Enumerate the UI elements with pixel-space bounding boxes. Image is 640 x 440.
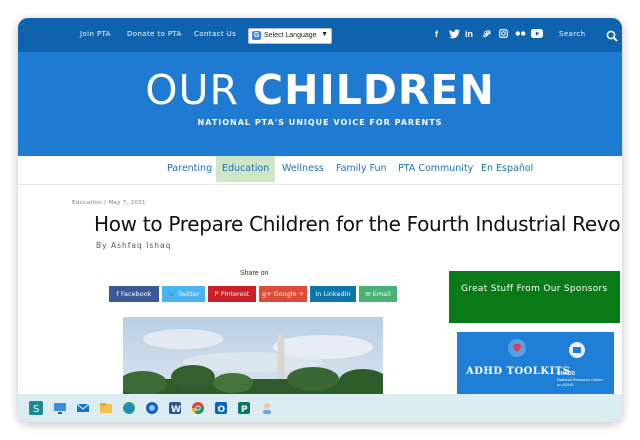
remote-desktop-icon[interactable] <box>53 401 67 415</box>
twitter-icon[interactable] <box>449 29 460 42</box>
person-app-icon[interactable] <box>260 401 274 415</box>
site-header: OUR CHILDREN NATIONAL PTA'S UNIQUE VOICE… <box>18 52 622 156</box>
svg-text:P: P <box>241 405 248 415</box>
main-nav: Parenting Education Wellness Family Fun … <box>18 156 622 185</box>
nav-item-en-espanol[interactable]: En Español <box>475 156 539 182</box>
sponsors-heading: Great Stuff From Our Sponsors <box>461 284 608 294</box>
youtube-icon[interactable] <box>531 29 543 41</box>
site-logo-children: CHILDREN <box>253 66 495 114</box>
mail-icon[interactable] <box>76 401 90 415</box>
edge-dev-icon[interactable] <box>145 401 159 415</box>
svg-text:O: O <box>218 405 226 415</box>
svg-text:W: W <box>171 405 181 415</box>
ad-org: CHADD National Resource Center on ADHD <box>557 372 607 388</box>
search-icon[interactable] <box>606 29 618 42</box>
chevron-down-icon: ▼ <box>321 31 328 38</box>
word-icon[interactable]: W <box>168 401 182 415</box>
join-pta-link[interactable]: Join PTA <box>80 30 111 38</box>
contact-us-link[interactable]: Contact Us <box>194 30 236 38</box>
nav-item-parenting[interactable]: Parenting <box>161 156 218 182</box>
linkedin-icon[interactable]: in <box>465 29 473 40</box>
ad-title: ADHD TOOLKITS <box>466 366 571 377</box>
browser-frame: Join PTA Donate to PTA Contact Us G Sele… <box>18 18 622 422</box>
taskbar: S W O P <box>18 394 622 422</box>
sponsors-heading-box: Great Stuff From Our Sponsors <box>449 271 620 323</box>
publisher-icon[interactable]: P <box>237 401 251 415</box>
sway-icon[interactable]: S <box>29 401 43 415</box>
share-label: Share on <box>240 270 269 277</box>
breadcrumb: Education / May 7, 2021 <box>72 200 146 206</box>
google-icon: G <box>252 31 261 40</box>
facebook-icon[interactable]: f <box>435 29 438 40</box>
language-select[interactable]: G Select Language ▼ <box>248 28 332 44</box>
search-label[interactable]: Search <box>559 30 585 38</box>
share-pinterest-button[interactable]: P Pinterest <box>208 286 256 302</box>
ad-org-sub: National Resource Center on ADHD <box>557 377 604 387</box>
outlook-icon[interactable]: O <box>214 401 228 415</box>
share-google-plus-button[interactable]: g+ Google + <box>259 286 307 302</box>
site-tagline: NATIONAL PTA'S UNIQUE VOICE FOR PARENTS <box>197 118 443 127</box>
svg-text:S: S <box>33 404 39 415</box>
article-photo <box>123 317 383 401</box>
share-facebook-button[interactable]: f Facebook <box>109 286 159 302</box>
share-twitter-button[interactable]: 🐦 Twitter <box>162 286 205 302</box>
article-byline: By Ashfaq Ishaq <box>96 241 172 250</box>
chrome-icon[interactable] <box>191 401 205 415</box>
edge-icon[interactable] <box>122 401 136 415</box>
nav-item-education[interactable]: Education <box>216 156 276 182</box>
site-logo[interactable]: OUR CHILDREN <box>18 66 622 114</box>
flickr-icon[interactable] <box>515 29 526 41</box>
article-title: How to Prepare Children for the Fourth I… <box>94 212 622 236</box>
nav-item-wellness[interactable]: Wellness <box>276 156 330 182</box>
file-explorer-icon[interactable] <box>99 401 113 415</box>
top-utility-bar: Join PTA Donate to PTA Contact Us G Sele… <box>18 18 622 52</box>
site-logo-our: OUR <box>145 66 254 114</box>
nav-item-pta-community[interactable]: PTA Community <box>392 156 479 182</box>
donate-link[interactable]: Donate to PTA <box>127 30 182 38</box>
share-email-button[interactable]: ✉ Email <box>359 286 397 302</box>
language-select-label: Select Language <box>264 32 317 39</box>
nav-item-family-fun[interactable]: Family Fun <box>330 156 393 182</box>
sponsor-ad[interactable]: ADHD TOOLKITS CHADD National Resource Ce… <box>457 332 614 402</box>
pinterest-icon[interactable]: 𝒫 <box>483 29 490 40</box>
instagram-icon[interactable] <box>499 29 508 41</box>
share-linkedin-button[interactable]: in LinkedIn <box>310 286 356 302</box>
